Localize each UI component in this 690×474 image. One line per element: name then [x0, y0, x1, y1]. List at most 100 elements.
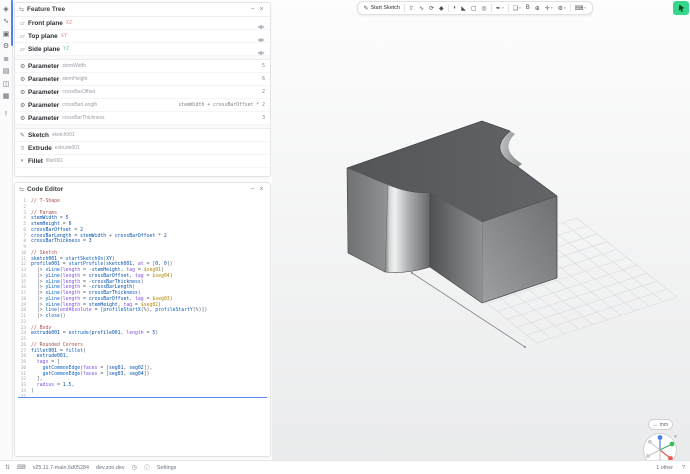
sketch-tools-icon[interactable]: ∿: [1, 16, 12, 27]
gizmo-neg-axis[interactable]: [648, 440, 652, 444]
feature-tree-list: ▱Front planeXZ▱Top planeXY▱Side planeYZ ⚙…: [15, 17, 270, 168]
hole-button[interactable]: ◎: [479, 3, 489, 13]
close-feature-tree-button[interactable]: ×: [257, 5, 266, 14]
feature-tree-title: Feature Tree: [27, 6, 248, 13]
loft-button[interactable]: ◆: [437, 3, 447, 13]
pane-drag-icon[interactable]: ⇆: [19, 6, 24, 13]
fillet-icon: ◖: [20, 158, 28, 164]
units-button[interactable]: ↔ mm: [648, 419, 673, 430]
feature-tree-row-operation[interactable]: ✎Sketchsketch001: [15, 129, 270, 142]
code-editor-header: ⇆ Code Editor − ×: [15, 183, 270, 197]
keyboard-shortcuts-button[interactable]: ⌨: [17, 464, 26, 471]
3d-scene: [272, 0, 690, 460]
operation-label: Extrude: [28, 145, 52, 152]
3d-viewport[interactable]: ✎ Start Sketch ⇧∿⟳◆◖◣▢◎ ✒▾ ❏▾B⊕✛▾⚙▾ ⌨▾ ↔ mm: [272, 0, 690, 460]
environment-link[interactable]: dev.zoo.dev: [96, 465, 125, 471]
collaborators-button[interactable]: 1 other: [656, 465, 673, 471]
feature-tree-row-parameter[interactable]: ⚙ParameterstemWidth5: [15, 60, 270, 73]
chamfer-icon: ◣: [461, 5, 466, 12]
code-editor-content[interactable]: 1// T-Shape23// Params4stemWidth = 55ste…: [15, 196, 270, 456]
close-code-editor-button[interactable]: ×: [257, 185, 266, 194]
open-panes-indicator: [11, 0, 13, 46]
sweep-button[interactable]: ∿: [416, 3, 426, 13]
feature-tree-row-operation[interactable]: ◖Filletfillet001: [15, 155, 270, 168]
extrude-icon: ⇧: [409, 5, 414, 12]
info-icon: ⓘ: [144, 463, 150, 472]
fillet-button[interactable]: ◖: [450, 3, 459, 13]
code-editor-title: Code Editor: [27, 186, 248, 193]
operation-name: fillet001: [46, 158, 63, 164]
app-version-label: v25.11.7-main.6d05284: [33, 465, 89, 471]
gizmo-z-axis[interactable]: [658, 435, 663, 440]
parameter-name: crossBarLength: [62, 102, 97, 108]
toggle-visibility-button[interactable]: [256, 19, 265, 27]
logs-pane-icon[interactable]: ≣: [1, 53, 12, 64]
command-palette-button[interactable]: ⌨▾: [572, 3, 588, 13]
minimize-code-editor-button[interactable]: −: [248, 185, 257, 194]
model-crossbar-front-face: [347, 168, 388, 272]
variables-pane-icon[interactable]: ⚙: [1, 41, 12, 52]
plane-label: Side plane: [28, 46, 60, 53]
app-menu-icon[interactable]: ◈: [1, 3, 12, 14]
history-button[interactable]: ◷: [132, 464, 137, 471]
transform-button[interactable]: ✛▾: [542, 3, 555, 13]
parameter-value: 5: [262, 64, 265, 69]
parameter-icon: ⚙: [20, 102, 28, 109]
measure-icon: ↔: [653, 422, 658, 428]
text-to-cad-icon: ✒: [496, 5, 501, 12]
gizmo-y-axis[interactable]: [670, 442, 675, 447]
parameter-value: stemWidth + crossBarOffset * 2: [178, 103, 265, 108]
memory-pane-icon[interactable]: ▦: [1, 91, 12, 102]
union-button[interactable]: ⊕: [532, 3, 542, 13]
feature-tree-row-plane[interactable]: ▱Side planeYZ: [15, 43, 270, 56]
toggle-visibility-button[interactable]: [256, 32, 265, 40]
boolean-button[interactable]: B: [523, 3, 532, 13]
text-cursor-line: [18, 397, 267, 398]
toolbar-divider: [570, 4, 571, 12]
export-pane-icon[interactable]: ◫: [1, 78, 12, 89]
modeling-settings-button[interactable]: ⚙▾: [555, 3, 568, 13]
feature-tree-header: ⇆ Feature Tree − ×: [15, 3, 270, 17]
text-to-cad-button[interactable]: ✒▾: [493, 3, 506, 13]
toolbar-divider: [508, 4, 509, 12]
feature-tree-row-parameter[interactable]: ⚙ParametercrossBarLength stemWidth + cros…: [15, 99, 270, 112]
minimize-feature-tree-button[interactable]: −: [248, 5, 257, 14]
operation-name: extrude001: [55, 145, 80, 151]
diagnostics-button[interactable]: ⓘ: [144, 463, 150, 472]
plane-axis-label: XY: [61, 33, 68, 39]
network-icon: ⇅: [5, 464, 10, 471]
feature-tree-pane-icon[interactable]: ▣: [1, 28, 12, 39]
files-pane-icon[interactable]: ▤: [1, 66, 12, 77]
feature-tree-row-plane[interactable]: ▱Top planeXY: [15, 30, 270, 43]
revolve-button[interactable]: ⟳: [426, 3, 436, 13]
feature-tree-row-plane[interactable]: ▱Front planeXZ: [15, 17, 270, 30]
user-avatar-button[interactable]: [673, 1, 689, 15]
feature-tree-row-parameter[interactable]: ⚙ParameterstemHeight6: [15, 73, 270, 86]
gizmo-menu-caret[interactable]: [674, 436, 677, 438]
feature-tree-row-operation[interactable]: ⇧Extrudeextrude001: [15, 142, 270, 155]
code-text: getCommonEdge(faces = [seg03, seg04]): [31, 372, 149, 378]
parameter-label: Parameter: [28, 102, 59, 109]
toolbar-divider: [491, 4, 492, 12]
toggle-visibility-button[interactable]: [256, 45, 265, 53]
sketch-icon: ✎: [20, 132, 28, 139]
eye-icon: [257, 49, 265, 57]
help-button[interactable]: ?: [682, 465, 685, 471]
insert-button[interactable]: ❏▾: [510, 3, 523, 13]
pane-drag-icon[interactable]: ⇆: [19, 186, 24, 193]
shell-button[interactable]: ▢: [468, 3, 479, 13]
parameter-icon: ⚙: [20, 115, 28, 122]
network-status-button[interactable]: ⇅: [5, 464, 10, 471]
start-sketch-button[interactable]: ✎ Start Sketch: [361, 3, 402, 13]
debug-pane-icon[interactable]: !: [1, 109, 12, 120]
extrude-button[interactable]: ⇧: [406, 3, 416, 13]
model-fillet-face: [385, 185, 430, 272]
parameter-value: 2: [262, 90, 265, 95]
feature-tree-row-parameter[interactable]: ⚙ParametercrossBarThickness3: [15, 112, 270, 125]
feature-tree-row-parameter[interactable]: ⚙ParametercrossBarOffset2: [15, 86, 270, 99]
settings-button[interactable]: Settings: [157, 465, 176, 471]
chamfer-button[interactable]: ◣: [459, 3, 469, 13]
command-palette-icon: ⌨: [575, 5, 584, 12]
parameter-icon: ⚙: [20, 76, 28, 83]
gizmo-neg-axis[interactable]: [646, 454, 650, 458]
